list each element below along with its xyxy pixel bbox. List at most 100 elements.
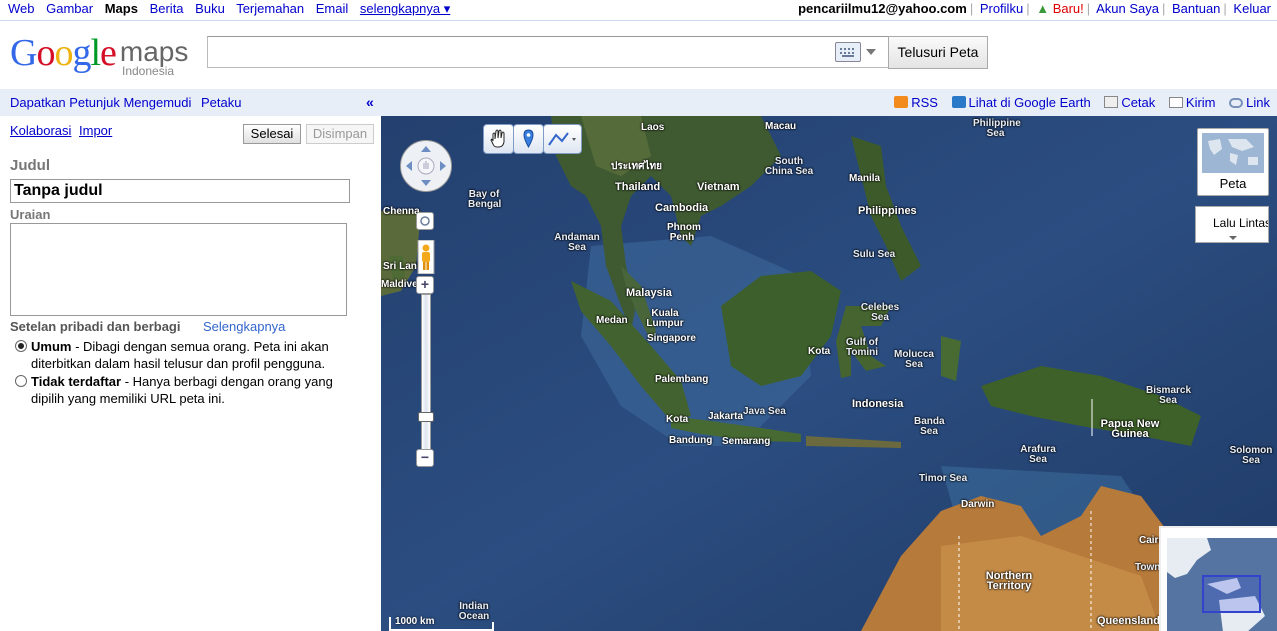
map-label-gulf-of-tomini: Gulf of Tomini bbox=[845, 337, 879, 358]
sign-out-link[interactable]: Keluar bbox=[1233, 1, 1271, 16]
search-input[interactable] bbox=[207, 36, 889, 68]
done-button[interactable]: Selesai bbox=[243, 124, 301, 144]
google-earth-link[interactable]: Lihat di Google Earth bbox=[951, 95, 1091, 110]
top-link-email[interactable]: Email bbox=[316, 1, 349, 16]
map-label-celebes-sea: Celebes Sea bbox=[860, 302, 900, 323]
map-label-solomon-sea: Solomon Sea bbox=[1229, 445, 1273, 466]
line-draw-icon bbox=[548, 132, 576, 146]
keyboard-icon[interactable] bbox=[835, 42, 861, 62]
map-label-papua-new-guinea: Papua New Guinea bbox=[1100, 418, 1160, 440]
satellite-map[interactable]: Laos Macau Philippine Sea ประเทศไทย Thai… bbox=[381, 116, 1277, 631]
map-label-malaysia: Malaysia bbox=[626, 287, 672, 299]
map-editor-panel: Kolaborasi Impor Selesai Disimpan Judul … bbox=[0, 116, 381, 631]
privacy-more-link[interactable]: Selengkapnya bbox=[203, 319, 285, 334]
map-label-phnom-penh: Phnom Penh bbox=[667, 222, 701, 243]
title-input[interactable]: Tanpa judul bbox=[10, 179, 350, 203]
map-label-bay-of-bengal: Bay of Bengal bbox=[468, 189, 502, 210]
circle-icon bbox=[420, 216, 430, 226]
saved-button: Disimpan bbox=[306, 124, 374, 144]
user-email: pencariilmu12@yahoo.com bbox=[798, 1, 967, 16]
top-link-berita[interactable]: Berita bbox=[150, 1, 184, 16]
top-link-gambar[interactable]: Gambar bbox=[46, 1, 93, 16]
map-label-chenna: Chenna bbox=[383, 206, 420, 217]
map-label-queensland: Queensland bbox=[1097, 615, 1160, 627]
top-link-more[interactable]: selengkapnya ▾ bbox=[360, 1, 450, 16]
map-label-macau: Macau bbox=[765, 121, 797, 132]
map-label-philippine-sea: Philippine Sea bbox=[973, 118, 1021, 139]
center-map-button[interactable] bbox=[416, 212, 434, 230]
line-tool-button[interactable] bbox=[543, 124, 582, 154]
chevron-down-icon[interactable] bbox=[866, 49, 876, 55]
map-label-vietnam: Vietnam bbox=[697, 181, 740, 193]
map-label-medan: Medan bbox=[596, 315, 628, 326]
map-label-thailand-script: ประเทศไทย bbox=[611, 161, 662, 172]
map-label-laos: Laos bbox=[641, 122, 665, 133]
description-label: Uraian bbox=[10, 207, 51, 222]
help-link[interactable]: Bantuan bbox=[1172, 1, 1220, 16]
map-label-java-sea: Java Sea bbox=[743, 406, 786, 417]
top-link-maps[interactable]: Maps bbox=[105, 1, 138, 16]
map-label-thailand: Thailand bbox=[615, 181, 661, 193]
scale-bar: 1000 km bbox=[389, 616, 499, 631]
google-maps-logo[interactable]: Google maps Indonesia bbox=[10, 31, 200, 81]
map-type-label: Peta bbox=[1219, 176, 1247, 191]
map-label-south-china-sea: South China Sea bbox=[764, 156, 814, 177]
overview-map[interactable] bbox=[1159, 526, 1277, 631]
print-icon bbox=[1104, 96, 1119, 108]
map-label-northern-territory: Northern Territory bbox=[985, 570, 1033, 592]
rss-link[interactable]: RSS bbox=[894, 95, 938, 110]
pegman-icon[interactable] bbox=[417, 239, 435, 275]
zoom-out-button[interactable]: − bbox=[416, 449, 434, 467]
map-label-andaman-sea: Andaman Sea bbox=[554, 232, 600, 253]
map-label-bismarck-sea: Bismarck Sea bbox=[1146, 385, 1192, 406]
import-link[interactable]: Impor bbox=[79, 123, 112, 138]
account-link[interactable]: Akun Saya bbox=[1096, 1, 1159, 16]
map-label-molucca-sea: Molucca Sea bbox=[893, 349, 934, 370]
map-type-control[interactable]: Peta bbox=[1197, 128, 1269, 196]
profile-link[interactable]: Profilku bbox=[980, 1, 1023, 16]
placemark-tool-button[interactable] bbox=[513, 124, 544, 154]
scale-label: 1000 km bbox=[395, 616, 435, 627]
zoom-slider-handle[interactable] bbox=[418, 412, 434, 422]
search-maps-button[interactable]: Telusuri Peta bbox=[888, 36, 988, 69]
map-type-thumbnail bbox=[1202, 133, 1264, 173]
map-label-timor-sea: Timor Sea bbox=[919, 473, 968, 484]
top-link-web[interactable]: Web bbox=[8, 1, 35, 16]
top-link-buku[interactable]: Buku bbox=[195, 1, 225, 16]
collapse-panel-icon[interactable]: « bbox=[366, 94, 374, 110]
send-link[interactable]: Kirim bbox=[1168, 95, 1216, 110]
satellite-imagery bbox=[381, 116, 1277, 631]
map-label-semarang: Semarang bbox=[722, 436, 771, 447]
public-radio[interactable] bbox=[15, 340, 27, 352]
map-label-jakarta: Jakarta bbox=[708, 411, 744, 422]
map-label-banda-sea: Banda Sea bbox=[914, 416, 945, 437]
account-links: pencariilmu12@yahoo.com | Profilku | ▲ Bar… bbox=[798, 1, 1271, 16]
chain-link-icon bbox=[1229, 98, 1244, 108]
link-link[interactable]: Link bbox=[1229, 95, 1270, 110]
hand-tool-button[interactable] bbox=[483, 124, 514, 154]
link-bar: Dapatkan Petunjuk Mengemudi Petaku « RSS… bbox=[0, 89, 1277, 116]
map-label-cambodia: Cambodia bbox=[655, 202, 709, 214]
chevron-down-icon bbox=[1229, 236, 1237, 240]
top-link-terjemahan[interactable]: Terjemahan bbox=[236, 1, 304, 16]
zoom-in-button[interactable]: + bbox=[416, 276, 434, 294]
map-label-arafura-sea: Arafura Sea bbox=[1020, 444, 1056, 465]
unlisted-radio[interactable] bbox=[15, 375, 27, 387]
google-logo-text: Google bbox=[10, 32, 117, 74]
zoom-slider-track[interactable] bbox=[421, 294, 431, 450]
overview-map-view bbox=[1167, 538, 1277, 631]
map-label-kota-2: Kota bbox=[666, 414, 689, 425]
collaborate-link[interactable]: Kolaborasi bbox=[10, 123, 71, 138]
description-textarea[interactable] bbox=[10, 223, 347, 316]
print-link[interactable]: Cetak bbox=[1104, 95, 1155, 110]
traffic-label: Lalu Lintas bbox=[1213, 216, 1269, 230]
overview-viewport-box[interactable] bbox=[1202, 575, 1261, 613]
new-features-link[interactable]: Baru! bbox=[1053, 1, 1084, 16]
directions-link[interactable]: Dapatkan Petunjuk Mengemudi bbox=[10, 95, 191, 110]
map-label-sulu-sea: Sulu Sea bbox=[853, 249, 896, 260]
my-maps-link[interactable]: Petaku bbox=[201, 95, 241, 110]
map-label-kota: Kota bbox=[808, 346, 831, 357]
map-label-manila: Manila bbox=[849, 173, 881, 184]
pan-control[interactable] bbox=[400, 140, 452, 192]
traffic-control[interactable]: Lalu Lintas bbox=[1195, 206, 1269, 243]
